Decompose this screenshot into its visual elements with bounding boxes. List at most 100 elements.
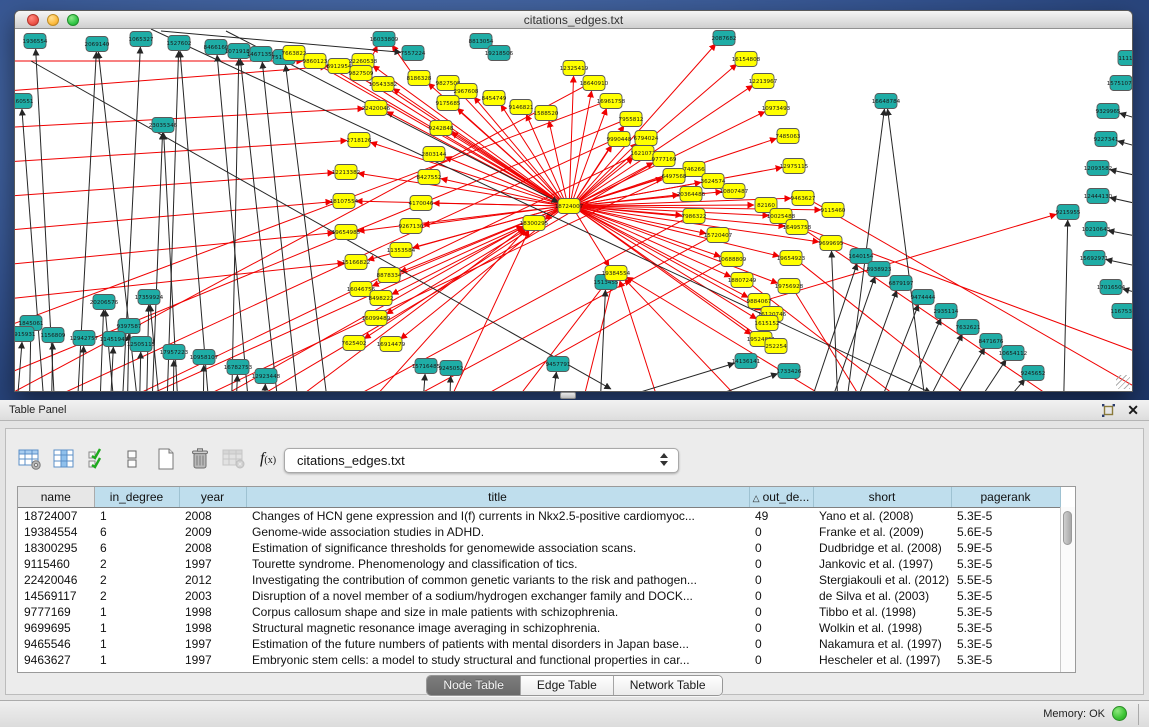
network-node[interactable] bbox=[440, 361, 462, 376]
network-node[interactable] bbox=[328, 59, 350, 74]
network-edge[interactable] bbox=[127, 334, 129, 391]
table-row[interactable]: 2242004622012Investigating the contribut… bbox=[18, 572, 1060, 588]
network-node[interactable] bbox=[783, 159, 805, 174]
table-cell[interactable]: 1 bbox=[94, 652, 179, 668]
network-edge[interactable] bbox=[795, 292, 881, 391]
table-row[interactable]: 1456911722003Disruption of a novel membe… bbox=[18, 588, 1060, 604]
network-node[interactable] bbox=[850, 249, 872, 264]
network-node[interactable] bbox=[731, 273, 753, 288]
network-node[interactable] bbox=[42, 328, 64, 343]
table-cell[interactable]: 5.6E-5 bbox=[951, 524, 1060, 540]
table-cell[interactable]: de Silva et al. (2003) bbox=[813, 588, 951, 604]
network-node[interactable] bbox=[408, 71, 430, 86]
network-node[interactable] bbox=[608, 132, 630, 147]
network-node[interactable] bbox=[365, 101, 387, 116]
network-node[interactable] bbox=[283, 46, 305, 61]
network-node[interactable] bbox=[130, 32, 152, 47]
network-edge[interactable] bbox=[393, 88, 560, 202]
zoom-window-icon[interactable] bbox=[67, 14, 79, 26]
table-select-dropdown[interactable]: citations_edges.txt bbox=[284, 448, 679, 473]
network-edge[interactable] bbox=[22, 109, 46, 391]
close-panel-icon[interactable]: ✕ bbox=[1127, 400, 1139, 421]
table-scrollbar[interactable] bbox=[1060, 507, 1075, 672]
network-node[interactable] bbox=[402, 46, 424, 61]
network-edge[interactable] bbox=[1108, 230, 1132, 241]
network-node[interactable] bbox=[723, 184, 745, 199]
network-node[interactable] bbox=[510, 100, 532, 115]
table-cell[interactable]: 1997 bbox=[179, 556, 246, 572]
network-node[interactable] bbox=[348, 133, 370, 148]
tab-node-table[interactable]: Node Table bbox=[427, 676, 521, 695]
network-node[interactable] bbox=[410, 196, 432, 211]
table-cell[interactable]: 1997 bbox=[179, 652, 246, 668]
table-cell[interactable]: Investigating the contribution of common… bbox=[246, 572, 749, 588]
network-node[interactable] bbox=[632, 146, 654, 161]
table-cell[interactable]: Estimation of significance thresholds fo… bbox=[246, 540, 749, 556]
network-edge[interactable] bbox=[433, 203, 558, 206]
network-node[interactable] bbox=[373, 32, 395, 47]
network-node[interactable] bbox=[600, 94, 622, 109]
network-node[interactable] bbox=[707, 228, 729, 243]
table-row[interactable]: 977716911998Corpus callosum shape and si… bbox=[18, 604, 1060, 620]
table-cell[interactable]: 9115460 bbox=[18, 556, 94, 572]
network-edge[interactable] bbox=[801, 264, 857, 391]
function-builder-icon[interactable]: f(x) bbox=[254, 445, 282, 473]
network-edge[interactable] bbox=[370, 142, 558, 204]
table-cell[interactable]: 5.5E-5 bbox=[951, 572, 1060, 588]
table-cell[interactable]: Tibbo et al. (1998) bbox=[813, 604, 951, 620]
table-cell[interactable]: Disruption of a novel member of a sodium… bbox=[246, 588, 749, 604]
table-settings-icon[interactable] bbox=[16, 445, 44, 473]
table-cell[interactable]: 0 bbox=[749, 540, 813, 556]
column-header-year[interactable]: year bbox=[179, 487, 246, 507]
network-node[interactable] bbox=[1100, 280, 1122, 295]
column-header-pagerank[interactable]: pagerank bbox=[951, 487, 1060, 507]
table-row[interactable]: 1872400712008Changes of HCN gene express… bbox=[18, 507, 1060, 524]
network-node[interactable] bbox=[605, 266, 627, 281]
network-node[interactable] bbox=[777, 129, 799, 144]
network-node[interactable] bbox=[558, 199, 580, 214]
network-node[interactable] bbox=[912, 290, 934, 305]
network-node[interactable] bbox=[735, 354, 757, 369]
table-cell[interactable]: 2003 bbox=[179, 588, 246, 604]
network-node[interactable] bbox=[350, 282, 372, 297]
table-cell[interactable]: 18724007 bbox=[18, 507, 94, 524]
network-node[interactable] bbox=[702, 174, 724, 189]
table-cell[interactable]: Dudbridge et al. (2008) bbox=[813, 540, 951, 556]
table-cell[interactable]: 14569117 bbox=[18, 588, 94, 604]
table-cell[interactable]: 0 bbox=[749, 636, 813, 652]
network-node[interactable] bbox=[130, 337, 152, 352]
table-row[interactable]: 969969511998Structural magnetic resonanc… bbox=[18, 620, 1060, 636]
table-cell[interactable]: Estimation of the future numbers of pati… bbox=[246, 636, 749, 652]
tab-network-table[interactable]: Network Table bbox=[614, 676, 722, 695]
network-node[interactable] bbox=[713, 31, 735, 46]
network-node[interactable] bbox=[890, 276, 912, 291]
network-node[interactable] bbox=[663, 169, 685, 184]
table-cell[interactable]: 5.3E-5 bbox=[951, 620, 1060, 636]
network-node[interactable] bbox=[255, 369, 277, 384]
network-node[interactable] bbox=[488, 46, 510, 61]
table-row[interactable]: 1830029562008Estimation of significance … bbox=[18, 540, 1060, 556]
table-cell[interactable]: 1998 bbox=[179, 620, 246, 636]
table-cell[interactable]: 2008 bbox=[179, 540, 246, 556]
network-node[interactable] bbox=[350, 66, 372, 81]
network-edge[interactable] bbox=[770, 214, 1057, 299]
network-edge[interactable] bbox=[105, 310, 116, 391]
network-window[interactable]: citations_edges.txt 19365542069140106532… bbox=[14, 10, 1133, 392]
table-row[interactable]: 946554611997Estimation of the future num… bbox=[18, 636, 1060, 652]
network-edge[interactable] bbox=[240, 59, 281, 391]
close-window-icon[interactable] bbox=[27, 14, 39, 26]
column-header-in-degree[interactable]: in_degree bbox=[94, 487, 179, 507]
network-edge[interactable] bbox=[549, 372, 556, 391]
table-cell[interactable]: 2 bbox=[94, 588, 179, 604]
network-edge[interactable] bbox=[180, 51, 211, 391]
network-node[interactable] bbox=[370, 291, 392, 306]
network-node[interactable] bbox=[683, 162, 705, 177]
network-edge[interactable] bbox=[241, 228, 524, 391]
network-edge[interactable] bbox=[15, 263, 344, 306]
network-node[interactable] bbox=[168, 36, 190, 51]
table-cell[interactable]: 5.3E-5 bbox=[951, 604, 1060, 620]
table-cell[interactable]: 19384554 bbox=[18, 524, 94, 540]
network-node[interactable] bbox=[15, 327, 34, 342]
table-cell[interactable]: Jankovic et al. (1997) bbox=[813, 556, 951, 572]
network-node[interactable] bbox=[1057, 205, 1079, 220]
